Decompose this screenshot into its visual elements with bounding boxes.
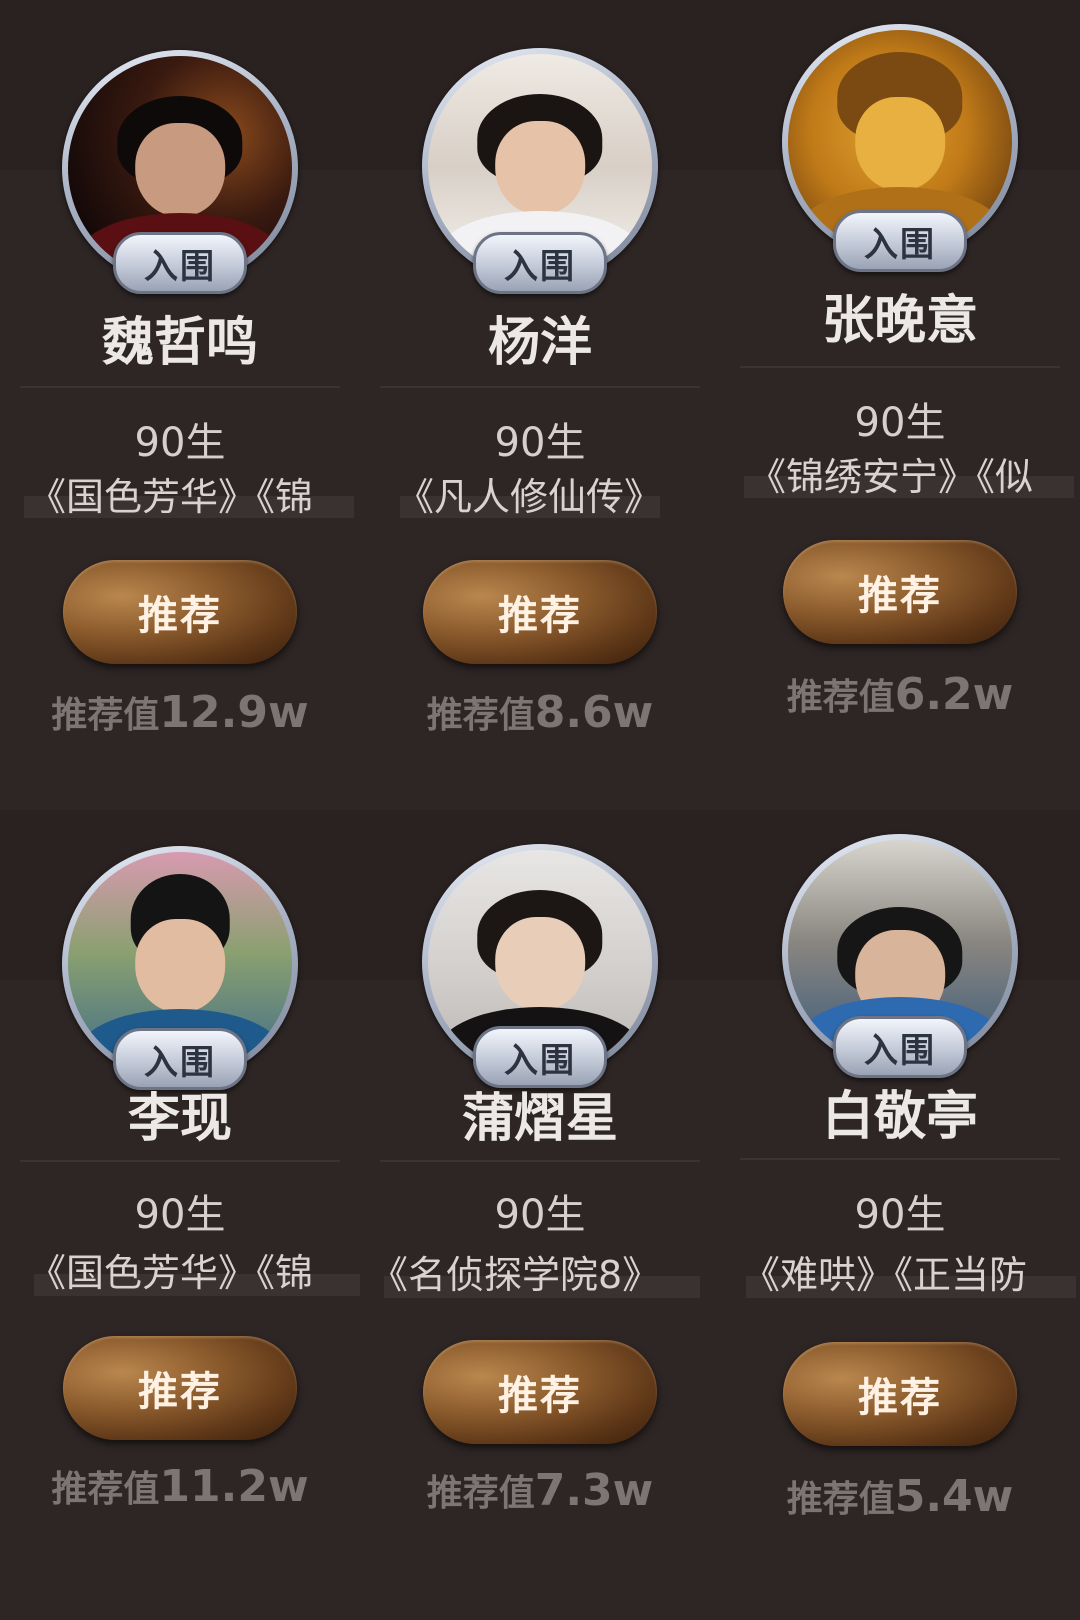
candidate-name: 白敬亭 <box>821 1087 978 1147</box>
birth-year: 90生 <box>854 1192 946 1238</box>
score-value: 7.3w <box>534 1465 654 1516</box>
birth-year: 90生 <box>134 420 226 466</box>
works-list: 《名侦探学院8》 <box>370 1253 661 1297</box>
recommend-score: 推荐值12.9w <box>0 686 360 738</box>
works-list: 《锦绣安宁》《似 <box>748 455 1034 499</box>
works-list: 《难哄》《正当防 <box>742 1253 1028 1297</box>
score-label: 推荐值 <box>786 1479 895 1520</box>
recommend-score: 推荐值6.2w <box>720 668 1080 720</box>
divider <box>380 1160 700 1162</box>
score-value: 8.6w <box>534 687 654 738</box>
divider <box>380 386 700 388</box>
recommend-button[interactable]: 推荐 <box>63 560 297 664</box>
candidate-card: 入围 杨洋 90生 《凡人修仙传》 推荐 推荐值8.6w <box>360 0 720 810</box>
birth-year: 90生 <box>134 1192 226 1238</box>
score-value: 6.2w <box>894 669 1014 720</box>
recommend-button[interactable]: 推荐 <box>783 1342 1017 1446</box>
shortlisted-badge: 入围 <box>833 1016 967 1078</box>
recommend-score: 推荐值7.3w <box>360 1464 720 1516</box>
candidate-card: 入围 张晚意 90生 《锦绣安宁》《似 推荐 推荐值6.2w <box>720 0 1080 810</box>
score-value: 5.4w <box>894 1471 1014 1522</box>
recommend-button[interactable]: 推荐 <box>63 1336 297 1440</box>
recommend-score: 推荐值5.4w <box>720 1470 1080 1522</box>
recommend-button[interactable]: 推荐 <box>423 1340 657 1444</box>
candidate-card: 入围 白敬亭 90生 《难哄》《正当防 推荐 推荐值5.4w <box>720 810 1080 1620</box>
score-label: 推荐值 <box>51 1469 160 1510</box>
candidate-card: 入围 魏哲鸣 90生 《国色芳华》《锦 推荐 推荐值12.9w <box>0 0 360 810</box>
shortlisted-badge: 入围 <box>833 210 967 272</box>
birth-year: 90生 <box>494 1192 586 1238</box>
score-label: 推荐值 <box>426 695 535 736</box>
candidate-name: 张晚意 <box>821 291 978 351</box>
divider <box>20 386 340 388</box>
works-list: 《国色芳华》《锦 <box>28 1251 314 1295</box>
score-label: 推荐值 <box>51 695 160 736</box>
works-list: 《国色芳华》《锦 <box>28 475 314 519</box>
shortlisted-badge: 入围 <box>473 232 607 294</box>
divider <box>20 1160 340 1162</box>
score-value: 11.2w <box>159 1461 309 1512</box>
divider <box>740 1158 1060 1160</box>
candidate-name: 蒲熠星 <box>461 1089 618 1149</box>
candidate-card: 入围 蒲熠星 90生 《名侦探学院8》 推荐 推荐值7.3w <box>360 810 720 1620</box>
score-value: 12.9w <box>159 687 309 738</box>
recommend-button[interactable]: 推荐 <box>423 560 657 664</box>
candidate-name: 李现 <box>127 1089 232 1149</box>
recommend-button[interactable]: 推荐 <box>783 540 1017 644</box>
score-label: 推荐值 <box>786 677 895 718</box>
candidate-card: 入围 李现 90生 《国色芳华》《锦 推荐 推荐值11.2w <box>0 810 360 1620</box>
birth-year: 90生 <box>854 400 946 446</box>
candidate-name: 魏哲鸣 <box>101 313 258 373</box>
recommend-score: 推荐值8.6w <box>360 686 720 738</box>
recommend-score: 推荐值11.2w <box>0 1460 360 1512</box>
works-list: 《凡人修仙传》 <box>396 475 663 519</box>
shortlisted-badge: 入围 <box>113 232 247 294</box>
divider <box>740 366 1060 368</box>
birth-year: 90生 <box>494 420 586 466</box>
score-label: 推荐值 <box>426 1473 535 1514</box>
candidate-name: 杨洋 <box>487 313 592 373</box>
candidate-grid: 入围 魏哲鸣 90生 《国色芳华》《锦 推荐 推荐值12.9w 入围 杨洋 90… <box>0 0 1080 1620</box>
